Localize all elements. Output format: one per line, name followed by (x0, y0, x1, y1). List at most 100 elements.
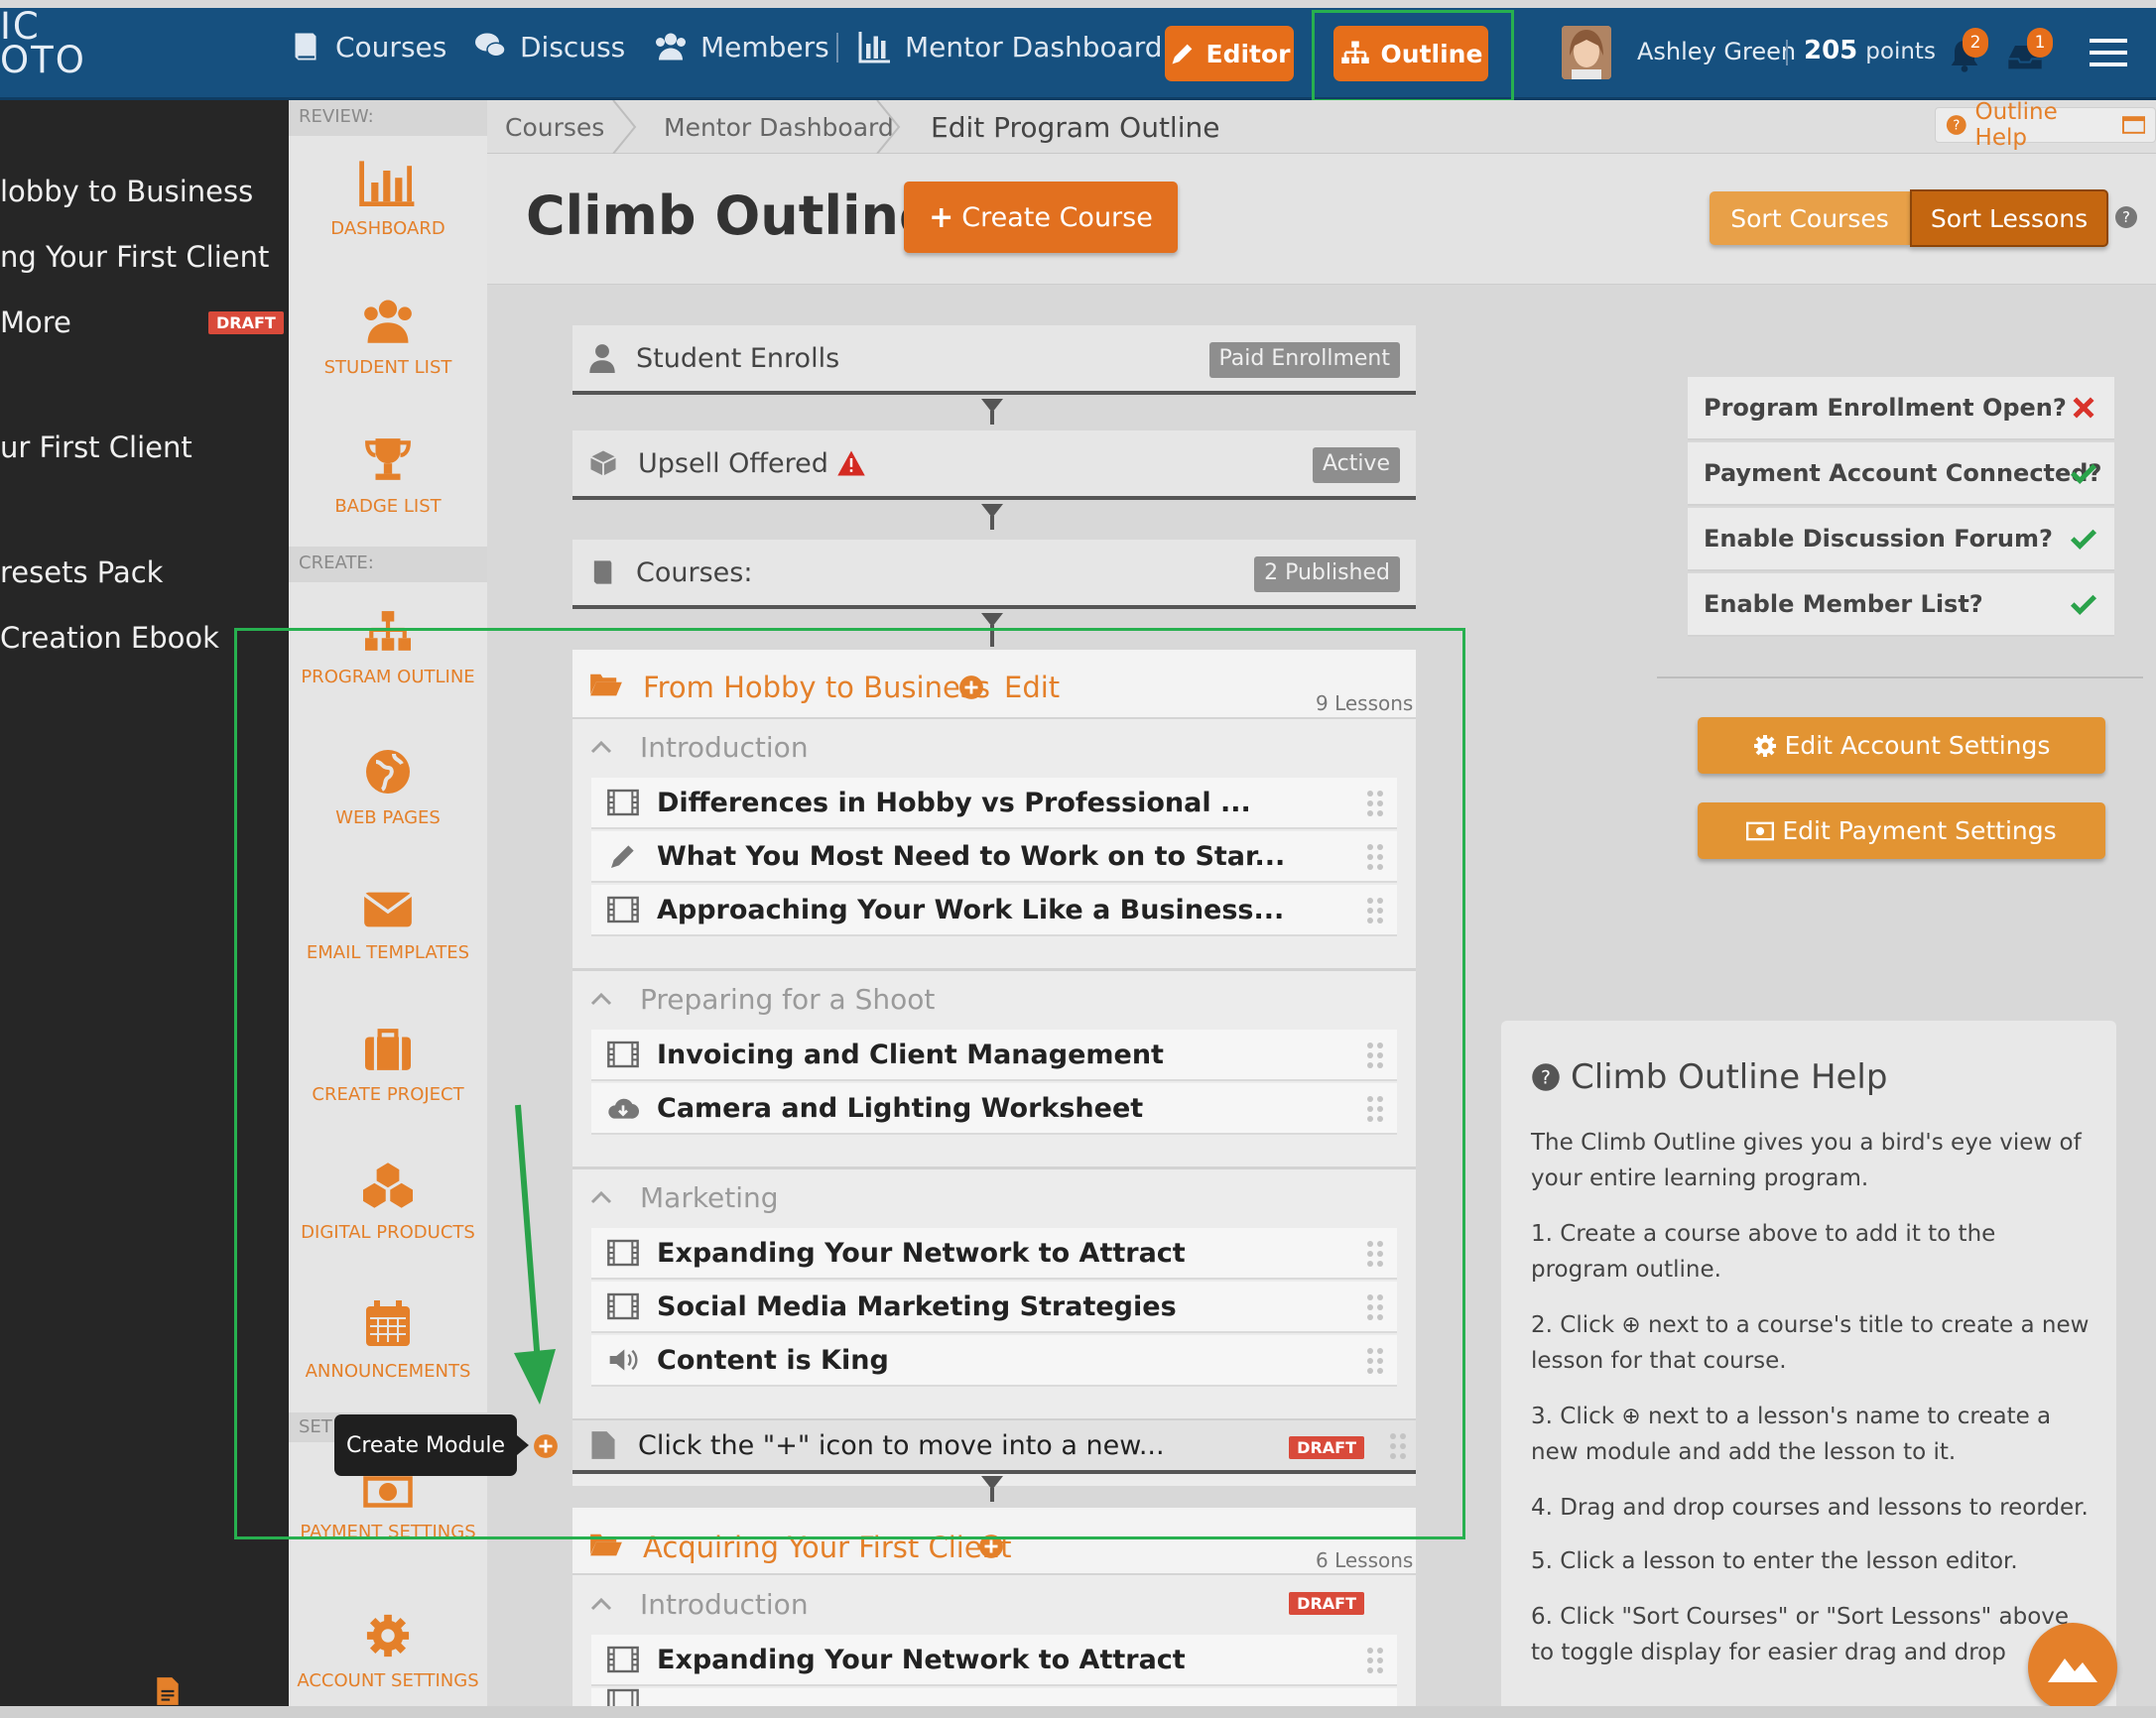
sort-courses-button[interactable]: Sort Courses (1710, 191, 1910, 245)
svg-text:?: ? (1541, 1067, 1551, 1088)
nav-divider (836, 33, 838, 62)
student-enrolls-step[interactable]: Student Enrolls Paid Enrollment (572, 325, 1416, 395)
film-icon (607, 1646, 639, 1673)
student-enrolls-label: Student Enrolls (636, 342, 840, 374)
edit-payment-settings-button[interactable]: Edit Payment Settings (1698, 802, 2105, 859)
checklist-item[interactable]: Payment Account Connected? (1688, 442, 2114, 506)
avatar[interactable] (1562, 26, 1611, 79)
breadcrumb-separator-icon (612, 100, 637, 154)
course-list-item[interactable]: ur First Client (0, 430, 192, 464)
nav-courses[interactable]: Courses (288, 22, 446, 71)
create-course-label: Create Course (961, 201, 1153, 233)
money-icon (1746, 821, 1775, 840)
sidebar-item-account-settings[interactable]: ACCOUNT SETTINGS (289, 1613, 487, 1691)
courses-step[interactable]: Courses: 2 Published (572, 540, 1416, 609)
users-icon (364, 300, 412, 343)
sidebar-item-student-list[interactable]: STUDENT LIST (289, 296, 487, 378)
edit-account-settings-button[interactable]: Edit Account Settings (1698, 717, 2105, 774)
trophy-icon (365, 438, 411, 480)
user-divider (1786, 40, 1788, 65)
breadcrumb-separator-icon (876, 100, 901, 154)
course-list-item[interactable]: resets Pack (0, 555, 163, 589)
module-header[interactable]: Introduction DRAFT (572, 1577, 1416, 1631)
create-course-button[interactable]: + Create Course (904, 182, 1178, 253)
help-step: 5. Click a lesson to enter the lesson ed… (1531, 1548, 2018, 1574)
points-value: 205 (1804, 36, 1858, 65)
sitemap-icon (1340, 41, 1369, 63)
window-bottom-border (0, 1706, 2156, 1718)
checklist-item[interactable]: Program Enrollment Open? (1688, 377, 2114, 440)
hamburger-icon (2090, 39, 2127, 66)
sidebar-item-badge-list[interactable]: BADGE LIST (289, 434, 487, 517)
chat-launcher-button[interactable] (2028, 1623, 2117, 1712)
gear-icon (1753, 734, 1776, 757)
app-window: IC OTO Courses Discuss Members Mentor Da… (0, 0, 2156, 1718)
logo[interactable]: IC OTO (0, 8, 84, 85)
nav-members[interactable]: Members (653, 22, 829, 71)
notification-count-badge: 2 (1963, 28, 1988, 58)
svg-text:?: ? (1953, 118, 1960, 133)
help-step: 1. Create a course above to add it to th… (1531, 1221, 1996, 1283)
help-title-text: Climb Outline Help (1571, 1057, 1888, 1097)
published-count-tag: 2 Published (1254, 556, 1400, 592)
lesson-title: Expanding Your Network to Attract (657, 1644, 1186, 1675)
flow-connector (981, 504, 1003, 530)
outline-button[interactable]: Outline (1333, 26, 1488, 81)
draft-badge: DRAFT (1289, 1592, 1364, 1615)
x-mark-icon (2073, 397, 2094, 419)
question-circle-icon: ? (1532, 1063, 1560, 1091)
edit-payment-settings-label: Edit Payment Settings (1782, 816, 2057, 845)
users-icon (656, 33, 686, 61)
sort-lessons-button[interactable]: Sort Lessons (1910, 189, 2108, 247)
outline-button-label: Outline (1380, 39, 1483, 68)
checklist-label: Program Enrollment Open? (1704, 394, 2067, 422)
drag-handle-icon[interactable] (1365, 1647, 1385, 1674)
nav-discuss[interactable]: Discuss (472, 22, 625, 71)
window-top-border (0, 0, 2156, 8)
sidebar-item-label: STUDENT LIST (323, 357, 452, 378)
course-list-item[interactable]: lobby to Business (0, 175, 253, 208)
editor-button[interactable]: Editor (1165, 26, 1294, 81)
pencil-icon (1172, 44, 1192, 64)
document-icon (155, 1676, 181, 1706)
chat-icon (475, 33, 506, 58)
outline-help-button[interactable]: ? Outline Help (1935, 99, 2156, 151)
breadcrumb-item[interactable]: Mentor Dashboard (664, 100, 894, 154)
cube-icon (590, 450, 616, 476)
upsell-offered-label: Upsell Offered (638, 447, 828, 479)
bar-chart-icon (359, 161, 415, 206)
flow-connector (981, 399, 1003, 425)
question-circle-icon: ? (1946, 115, 1966, 135)
mountain-icon (2048, 1658, 2097, 1682)
course-list-item[interactable]: Creation Ebook (0, 621, 219, 655)
book-icon (593, 560, 612, 584)
question-circle-icon[interactable]: ? (2114, 205, 2138, 229)
nav-courses-label: Courses (335, 30, 447, 63)
chevron-up-icon (590, 1597, 612, 1611)
avatar-image (1562, 26, 1611, 79)
sort-courses-label: Sort Courses (1730, 203, 1889, 233)
sidebar-item-dashboard[interactable]: DASHBOARD (289, 159, 487, 239)
nav-mentor-dashboard[interactable]: Mentor Dashboard (857, 22, 1163, 71)
hamburger-menu-button[interactable] (2090, 36, 2127, 69)
arrow-down-icon (514, 1104, 556, 1405)
course-list-item[interactable]: ng Your First Client (0, 240, 269, 274)
help-intro: The Climb Outline gives you a bird's eye… (1531, 1130, 2082, 1191)
module-name: Introduction (640, 1587, 809, 1621)
checklist-item[interactable]: Enable Discussion Forum? (1688, 508, 2114, 571)
course-list-item[interactable]: More (0, 306, 71, 339)
lesson-count: 6 Lessons (1316, 1548, 1414, 1572)
help-step: 3. Click ⊕ next to a lesson's name to cr… (1531, 1404, 2052, 1465)
edit-account-settings-label: Edit Account Settings (1784, 731, 2051, 760)
checklist-item[interactable]: Enable Member List? (1688, 573, 2114, 637)
user-name[interactable]: Ashley Green (1637, 38, 1796, 65)
breadcrumb-item[interactable]: Courses (505, 100, 604, 154)
paid-enrollment-tag: Paid Enrollment (1208, 342, 1400, 378)
upsell-offered-step[interactable]: Upsell Offered Active (572, 430, 1416, 500)
check-mark-icon (2070, 594, 2097, 616)
bar-chart-icon (858, 32, 890, 63)
inbox-count-badge: 1 (2027, 28, 2053, 58)
help-step: 2. Click ⊕ next to a course's title to c… (1531, 1312, 2090, 1374)
lesson-row[interactable]: Expanding Your Network to Attract (591, 1635, 1397, 1686)
gear-icon (366, 1614, 410, 1657)
